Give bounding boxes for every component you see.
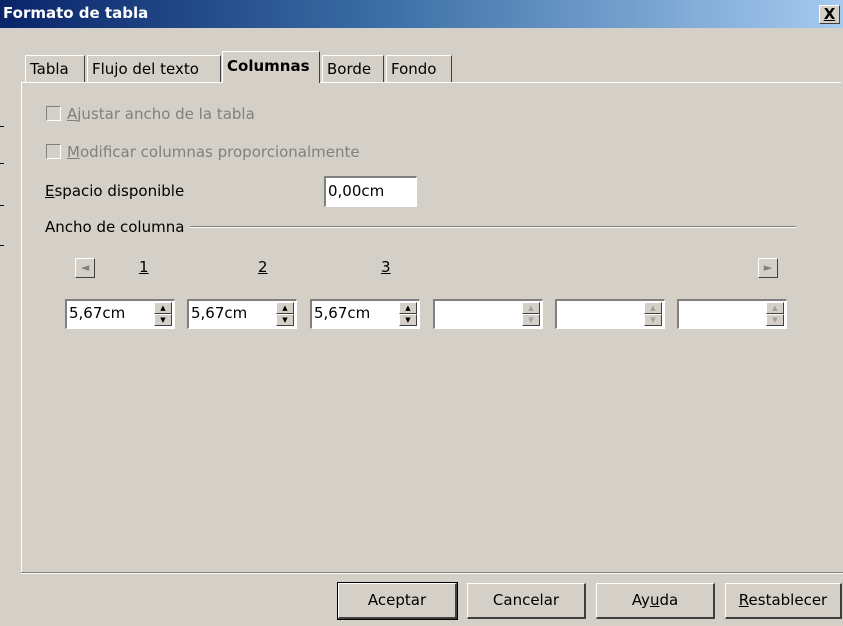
ok-button[interactable]: Aceptar [337,582,458,620]
edge-mark [0,245,4,246]
spin-up-icon[interactable]: ▲ [399,302,417,314]
spin-buttons: ▲ ▼ [522,302,540,327]
column-width-6-field[interactable]: ▲ ▼ [677,299,787,329]
mnemonic: R [738,591,749,609]
column-width-2-value: 5,67cm [191,304,248,322]
modify-proportional-option[interactable]: Modificar columnas proporcionalmente [46,143,360,161]
tab-fondo[interactable]: Fondo [386,55,452,82]
reset-label: Restablecer [739,591,827,609]
column-width-3-field[interactable]: 5,67cm ▲ ▼ [310,299,420,329]
spin-buttons: ▲ ▼ [399,302,417,327]
title-bar[interactable]: Formato de tabla X [0,0,843,28]
close-icon: X [823,5,836,23]
spin-buttons: ▲ ▼ [276,302,294,327]
spin-buttons: ▲ ▼ [766,302,784,327]
spin-down-icon[interactable]: ▼ [276,314,294,326]
ok-label: Aceptar [367,591,427,609]
spin-up-icon[interactable]: ▲ [522,302,540,314]
close-button[interactable]: X [819,5,840,24]
spin-up-icon[interactable]: ▲ [154,302,172,314]
tab-label: Borde [327,60,372,78]
available-space-value: 0,00cm [328,182,385,200]
help-button[interactable]: Ayuda [596,583,715,619]
spin-up-icon[interactable]: ▲ [644,302,662,314]
reset-button[interactable]: Restablecer [725,583,842,619]
left-arrow-icon: ◄ [80,261,90,274]
spin-buttons: ▲ ▼ [644,302,662,327]
help-label-part: da [659,591,679,609]
tab-columnas[interactable]: Columnas [222,51,320,83]
column-width-2-field[interactable]: 5,67cm ▲ ▼ [187,299,297,329]
reset-label-part: establecer [748,591,828,609]
column-number-1: 1 [139,258,149,276]
adjust-width-option[interactable]: Ajustar ancho de la tabla [46,105,255,123]
spin-down-icon[interactable]: ▼ [522,314,540,326]
tab-label: Fondo [391,60,437,78]
group-divider [190,226,796,228]
mnemonic: A [67,105,78,123]
help-label: Ayuda [632,591,678,609]
available-space-text: spacio disponible [54,182,185,200]
tab-label: Columnas [227,57,310,75]
table-format-dialog: Formato de tabla X Tabla Flujo del texto… [0,0,843,626]
modify-proportional-checkbox[interactable] [46,144,61,159]
help-label-part: Ay [631,591,650,609]
tab-label: Tabla [30,60,69,78]
scroll-right-button[interactable]: ► [758,258,778,278]
edge-mark [0,163,4,164]
edge-mark [0,126,4,127]
available-space-label: Espacio disponible [45,182,184,200]
modify-proportional-label: odificar columnas proporcionalmente [79,143,360,161]
available-space-field[interactable]: 0,00cm [324,176,417,207]
column-width-5-field[interactable]: ▲ ▼ [555,299,665,329]
dialog-title: Formato de tabla [3,4,149,22]
column-number-3: 3 [381,258,391,276]
column-width-3-value: 5,67cm [314,304,371,322]
mnemonic: M [67,143,80,161]
tab-borde[interactable]: Borde [322,55,384,82]
column-number-2: 2 [258,258,268,276]
cancel-label: Cancelar [492,591,560,609]
column-width-1-value: 5,67cm [69,304,126,322]
adjust-width-checkbox[interactable] [46,106,61,121]
tab-tabla[interactable]: Tabla [25,55,85,82]
spin-buttons: ▲ ▼ [154,302,172,327]
spin-down-icon[interactable]: ▼ [399,314,417,326]
cancel-button[interactable]: Cancelar [467,583,586,619]
spin-up-icon[interactable]: ▲ [766,302,784,314]
button-bar-divider [21,572,843,574]
edge-mark [0,205,4,206]
tab-flujo-del-texto[interactable]: Flujo del texto [87,55,221,82]
column-width-heading: Ancho de columna [45,218,185,236]
scroll-left-button[interactable]: ◄ [75,258,95,278]
spin-down-icon[interactable]: ▼ [766,314,784,326]
right-arrow-icon: ► [763,261,773,274]
column-width-1-field[interactable]: 5,67cm ▲ ▼ [65,299,175,329]
spin-down-icon[interactable]: ▼ [154,314,172,326]
column-width-4-field[interactable]: ▲ ▼ [433,299,543,329]
spin-up-icon[interactable]: ▲ [276,302,294,314]
adjust-width-label: justar ancho de la tabla [77,105,255,123]
tab-label: Flujo del texto [92,60,199,78]
spin-down-icon[interactable]: ▼ [644,314,662,326]
